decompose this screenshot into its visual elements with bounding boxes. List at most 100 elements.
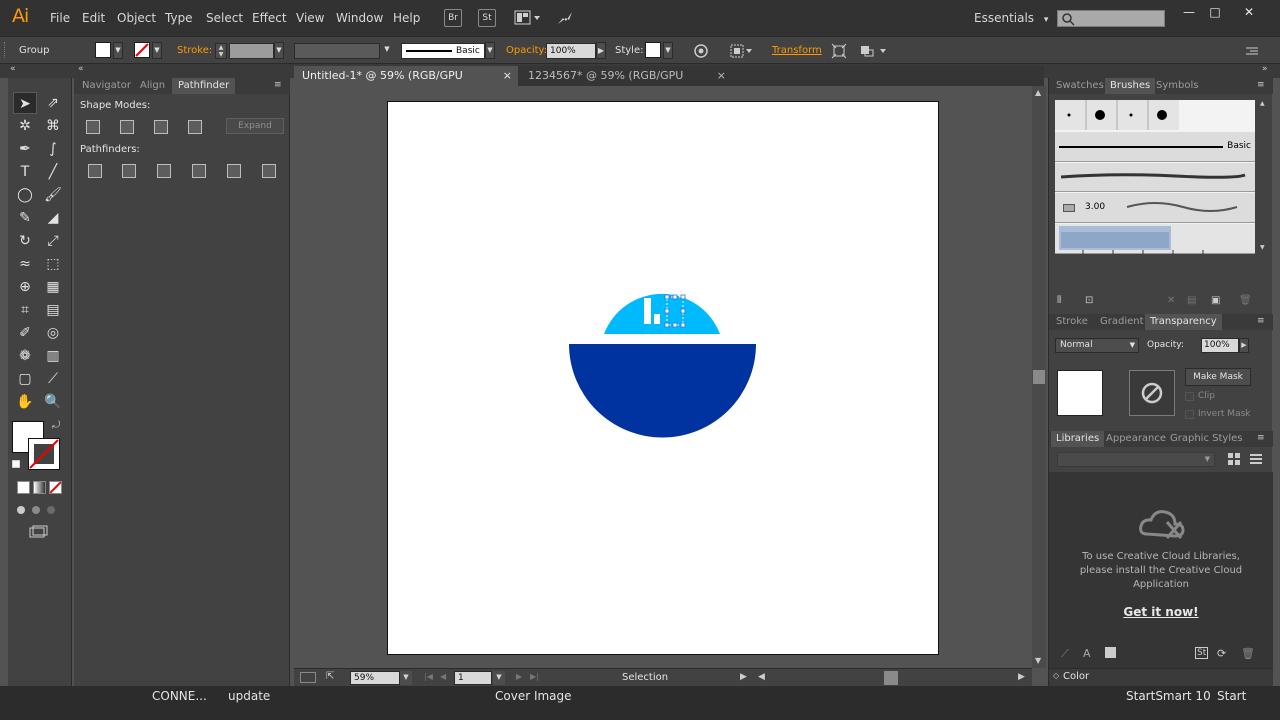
stroke-dropdown[interactable]: ▼ xyxy=(152,42,162,59)
menu-select[interactable]: Select xyxy=(206,11,243,25)
opacity-slider-button[interactable]: ▶ xyxy=(596,42,606,59)
color-panel-header[interactable]: ◇ Color xyxy=(1049,668,1273,686)
panel-menu-icon[interactable]: ≡ xyxy=(1257,433,1265,443)
delete-brush-icon[interactable]: 🗑 xyxy=(1239,295,1252,306)
lasso-icon[interactable]: ⌘ xyxy=(41,115,65,137)
divide-icon[interactable] xyxy=(88,164,102,178)
opacity-label[interactable]: Opacity: xyxy=(506,45,547,56)
gpu-performance-icon[interactable] xyxy=(555,9,575,27)
free-transform-icon[interactable]: ⬚ xyxy=(41,253,65,275)
default-colors-icon[interactable] xyxy=(12,460,20,468)
bottom-semicircle-shape[interactable] xyxy=(569,344,756,438)
opacity-slider-button[interactable]: ▶ xyxy=(1239,338,1249,353)
expand-button[interactable]: Expand xyxy=(226,118,284,134)
close-button[interactable]: ✕ xyxy=(1237,5,1261,21)
stock-button[interactable]: St xyxy=(478,9,496,27)
maximize-button[interactable]: □ xyxy=(1203,5,1227,21)
invert-mask-checkbox[interactable] xyxy=(1185,410,1194,419)
crop-icon[interactable] xyxy=(192,164,206,178)
tab-align[interactable]: Align xyxy=(134,78,171,94)
intersect-icon[interactable] xyxy=(154,120,168,134)
search-input[interactable] xyxy=(1057,10,1165,27)
menu-edit[interactable]: Edit xyxy=(82,11,105,25)
recolor-artwork-icon[interactable] xyxy=(693,43,709,62)
close-icon[interactable]: × xyxy=(717,66,726,86)
width-icon[interactable]: ≈ xyxy=(13,253,37,275)
close-icon[interactable]: × xyxy=(503,66,512,86)
bar-shape[interactable] xyxy=(644,298,651,324)
artwork[interactable] xyxy=(388,102,940,656)
list-view-icon[interactable] xyxy=(1249,452,1263,466)
swap-fill-stroke-icon[interactable]: ⤾ xyxy=(52,420,60,431)
tab-symbols[interactable]: Symbols xyxy=(1151,78,1203,94)
tab-gradient[interactable]: Gradient xyxy=(1095,314,1149,330)
tab-document-untitled[interactable]: Untitled-1* @ 59% (RGB/GPU Preview) × xyxy=(294,66,518,102)
clip-checkbox[interactable] xyxy=(1185,392,1194,401)
zoom-dropdown[interactable]: ▼ xyxy=(400,671,412,685)
taskbar-item-cover-image[interactable]: Cover Image xyxy=(495,689,572,703)
place-brush-icon[interactable]: ⊡ xyxy=(1085,295,1093,306)
tab-stroke[interactable]: Stroke xyxy=(1051,314,1093,330)
line-icon[interactable]: ╱ xyxy=(41,161,65,183)
artboard-icon[interactable]: ▢ xyxy=(13,368,37,390)
tab-swatches[interactable]: Swatches xyxy=(1051,78,1109,94)
none-mode-icon[interactable] xyxy=(49,481,62,494)
menu-help[interactable]: Help xyxy=(393,11,420,25)
stock-icon[interactable]: St xyxy=(1195,647,1209,659)
blend-icon[interactable]: ◎ xyxy=(41,322,65,344)
artboard[interactable] xyxy=(387,101,939,655)
next-artboard-icon[interactable]: ▶ xyxy=(516,672,522,681)
mask-thumbnail[interactable] xyxy=(1129,370,1175,416)
paintbrush-icon[interactable]: 🖌 xyxy=(41,184,65,206)
tab-color[interactable]: Color xyxy=(1063,671,1089,682)
fill-dropdown[interactable]: ▼ xyxy=(113,42,123,59)
pen-icon[interactable]: ✒ xyxy=(13,138,37,160)
variable-width-dropdown[interactable]: ▼ xyxy=(382,42,392,59)
stroke-label[interactable]: Stroke: xyxy=(177,45,212,56)
scale-icon[interactable]: ⤢ xyxy=(41,230,65,252)
tab-libraries[interactable]: Libraries xyxy=(1051,431,1105,447)
share-icon[interactable]: ⇱ xyxy=(326,671,334,682)
brushes-scrollbar[interactable]: ▲ ▼ xyxy=(1259,100,1269,254)
brush-options-icon[interactable]: ▤ xyxy=(1187,295,1196,306)
exclude-icon[interactable] xyxy=(188,120,202,134)
sync-icon[interactable]: ⟳ xyxy=(1217,647,1226,660)
column-graph-icon[interactable]: ▥ xyxy=(41,345,65,367)
blend-mode-select[interactable]: Normal ▼ xyxy=(1055,338,1139,353)
taskbar-item-start[interactable]: Start xyxy=(1217,689,1246,703)
brush-libraries-icon[interactable]: ⫴ xyxy=(1057,295,1061,306)
fill-swatch[interactable] xyxy=(95,42,111,58)
minus-front-icon[interactable] xyxy=(120,120,134,134)
align-to-icon[interactable] xyxy=(729,43,753,62)
remove-stroke-icon[interactable]: ✕ xyxy=(1167,295,1175,306)
menu-window[interactable]: Window xyxy=(336,11,383,25)
first-artboard-icon[interactable]: |◀ xyxy=(424,672,433,681)
ellipse-icon[interactable]: ◯ xyxy=(13,184,37,206)
symbol-sprayer-icon[interactable]: ❁ xyxy=(13,345,37,367)
scroll-left-icon[interactable]: ◀ xyxy=(758,672,765,682)
menu-file[interactable]: File xyxy=(50,11,70,25)
grid-view-icon[interactable] xyxy=(1227,452,1241,466)
taskbar-item-conne[interactable]: CONNE... xyxy=(152,689,207,703)
artboard-nav-icon[interactable] xyxy=(300,672,316,683)
arrange-documents-icon[interactable] xyxy=(514,9,542,27)
gradient-mode-icon[interactable] xyxy=(33,481,46,494)
gradient-icon[interactable]: ▤ xyxy=(41,299,65,321)
last-artboard-icon[interactable]: ▶| xyxy=(530,672,539,681)
menu-object[interactable]: Object xyxy=(117,11,156,25)
stroke-weight-dropdown[interactable]: ▼ xyxy=(274,42,284,59)
add-graphic-icon[interactable]: ⟋ xyxy=(1061,647,1069,661)
mesh-icon[interactable]: ⌗ xyxy=(13,299,37,321)
transparency-opacity-field[interactable]: 100% xyxy=(1201,338,1239,353)
workspace-switcher[interactable]: Essentials ▾ xyxy=(974,11,1048,25)
hand-icon[interactable]: ✋ xyxy=(13,391,37,413)
merge-icon[interactable] xyxy=(157,164,171,178)
library-select[interactable]: ▼ xyxy=(1057,452,1215,467)
tab-transparency[interactable]: Transparency xyxy=(1145,314,1222,330)
slice-icon[interactable]: ⟋ xyxy=(41,368,65,390)
eraser-icon[interactable]: ◢ xyxy=(41,207,65,229)
tab-navigator[interactable]: Navigator xyxy=(76,78,137,94)
panel-menu-icon[interactable]: ≡ xyxy=(1257,316,1265,326)
perspective-icon[interactable]: ▦ xyxy=(41,276,65,298)
stroke-weight-stepper[interactable]: ▲ ▼ xyxy=(215,43,227,59)
